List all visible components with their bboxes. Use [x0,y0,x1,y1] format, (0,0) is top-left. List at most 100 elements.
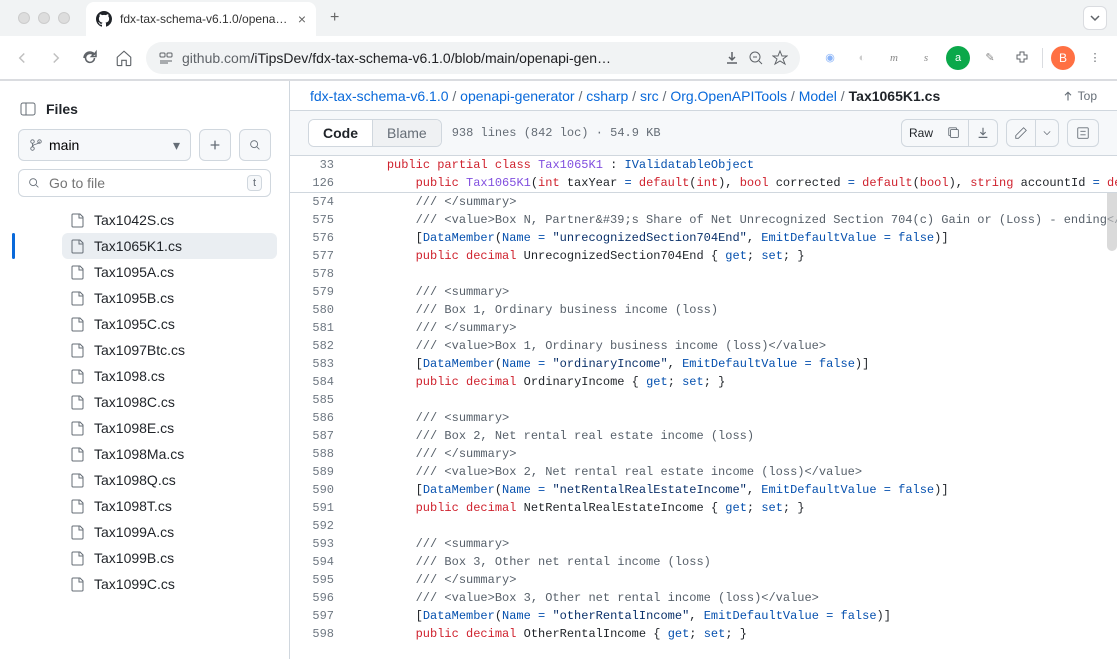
code-line[interactable]: 574 /// </summary> [290,193,1117,211]
code-line[interactable]: 33 public partial class Tax1065K1 : IVal… [290,156,1117,174]
raw-button[interactable]: Raw [902,120,940,146]
code-line[interactable]: 595 /// </summary> [290,571,1117,589]
ext-icon-a[interactable]: a [946,46,970,70]
profile-avatar[interactable]: B [1051,46,1075,70]
file-icon [70,238,86,254]
symbols-icon [1076,126,1090,140]
go-to-file-input[interactable]: t [18,169,271,197]
code-line[interactable]: 596 /// <value>Box 3, Other net rental i… [290,589,1117,607]
breadcrumb-link[interactable]: Model [799,88,837,104]
branch-selector[interactable]: main ▾ [18,129,191,161]
home-button[interactable] [112,46,136,70]
symbols-button[interactable] [1067,119,1099,147]
file-label: Tax1098T.cs [94,498,172,514]
ext-icon-s[interactable]: s [914,46,938,70]
pencil-icon [1014,126,1028,140]
code-line[interactable]: 584 public decimal OrdinaryIncome { get;… [290,373,1117,391]
code-line[interactable]: 579 /// <summary> [290,283,1117,301]
file-tree-item[interactable]: Tax1095B.cs [62,285,277,311]
sidebar-toggle-icon[interactable] [20,101,36,117]
extensions-icon[interactable] [1010,46,1034,70]
ext-icon-1[interactable]: ◉ [818,46,842,70]
code-tab[interactable]: Code [309,120,373,146]
file-tree-item[interactable]: Tax1098Q.cs [62,467,277,493]
site-settings-icon[interactable] [158,50,174,66]
back-button[interactable] [10,46,34,70]
code-line[interactable]: 594 /// Box 3, Other net rental income (… [290,553,1117,571]
file-tree-item[interactable]: Tax1098T.cs [62,493,277,519]
edit-button[interactable] [1007,120,1036,146]
code-line[interactable]: 576 [DataMember(Name = "unrecognizedSect… [290,229,1117,247]
reload-button[interactable] [78,46,102,70]
code-line[interactable]: 593 /// <summary> [290,535,1117,553]
code-line[interactable]: 577 public decimal UnrecognizedSection70… [290,247,1117,265]
file-tree-item[interactable]: Tax1097Btc.cs [62,337,277,363]
file-tree-item[interactable]: Tax1098E.cs [62,415,277,441]
code-line[interactable]: 575 /// <value>Box N, Partner&#39;s Shar… [290,211,1117,229]
blame-tab[interactable]: Blame [373,120,441,146]
browser-tab[interactable]: fdx-tax-schema-v6.1.0/opena… × [86,2,316,36]
menu-icon[interactable]: ⋮ [1083,46,1107,70]
ext-icon-2[interactable]: ◐ [850,46,874,70]
address-bar[interactable]: github.com/iTipsDev/fdx-tax-schema-v6.1.… [146,42,800,74]
edit-dropdown[interactable] [1036,120,1058,146]
scroll-to-top[interactable]: Top [1062,89,1097,103]
file-tree-item[interactable]: Tax1042S.cs [62,207,277,233]
download-icon[interactable] [724,50,740,66]
code-line[interactable]: 592 [290,517,1117,535]
code-line[interactable]: 583 [DataMember(Name = "ordinaryIncome",… [290,355,1117,373]
bookmark-icon[interactable] [772,50,788,66]
file-tree-item[interactable]: Tax1098C.cs [62,389,277,415]
code-line[interactable]: 597 [DataMember(Name = "otherRentalIncom… [290,607,1117,625]
file-tree-item[interactable]: Tax1098.cs [62,363,277,389]
breadcrumb-link[interactable]: Org.OpenAPITools [670,88,787,104]
close-icon[interactable]: × [298,11,306,27]
line-number: 587 [290,427,348,445]
code-line[interactable]: 578 [290,265,1117,283]
code-line[interactable]: 589 /// <value>Box 2, Net rental real es… [290,463,1117,481]
breadcrumb-link[interactable]: openapi-generator [460,88,574,104]
file-meta: 938 lines (842 loc) · 54.9 KB [452,126,661,140]
file-tree-item[interactable]: Tax1065K1.cs [62,233,277,259]
window-controls [8,12,80,24]
breadcrumb-link[interactable]: fdx-tax-schema-v6.1.0 [310,88,449,104]
code-line[interactable]: 598 public decimal OtherRentalIncome { g… [290,625,1117,643]
code-line[interactable]: 587 /// Box 2, Net rental real estate in… [290,427,1117,445]
file-tree-item[interactable]: Tax1098Ma.cs [62,441,277,467]
breadcrumb-link[interactable]: csharp [586,88,628,104]
copy-button[interactable] [940,120,969,146]
ext-icon-m[interactable]: m [882,46,906,70]
line-content: public partial class Tax1065K1 : IValida… [348,156,754,174]
line-number: 595 [290,571,348,589]
code-line[interactable]: 586 /// <summary> [290,409,1117,427]
code-line[interactable]: 591 public decimal NetRentalRealEstateIn… [290,499,1117,517]
code-line[interactable]: 588 /// </summary> [290,445,1117,463]
file-icon [70,290,86,306]
new-tab-button[interactable]: + [322,5,347,31]
file-tree-item[interactable]: Tax1095C.cs [62,311,277,337]
code-line[interactable]: 126 public Tax1065K1(int taxYear = defau… [290,174,1117,192]
ext-icon-edit[interactable]: ✎ [978,46,1002,70]
code-line[interactable]: 582 /// <value>Box 1, Ordinary business … [290,337,1117,355]
line-number: 591 [290,499,348,517]
code-line[interactable]: 590 [DataMember(Name = "netRentalRealEst… [290,481,1117,499]
code-line[interactable]: 585 [290,391,1117,409]
profile-dropdown[interactable] [1083,6,1107,30]
code-view[interactable]: 33 public partial class Tax1065K1 : IVal… [290,156,1117,659]
line-number: 578 [290,265,348,283]
go-to-file-field[interactable] [49,175,239,191]
download-button[interactable] [969,120,997,146]
file-tree[interactable]: Tax1042S.csTax1065K1.csTax1095A.csTax109… [12,207,277,659]
forward-button[interactable] [44,46,68,70]
file-tree-item[interactable]: Tax1099A.cs [62,519,277,545]
breadcrumb-link[interactable]: src [640,88,659,104]
code-line[interactable]: 581 /// </summary> [290,319,1117,337]
file-tree-item[interactable]: Tax1099B.cs [62,545,277,571]
file-tree-item[interactable]: Tax1099C.cs [62,571,277,597]
add-file-button[interactable] [199,129,231,161]
search-button[interactable] [239,129,271,161]
code-line[interactable]: 580 /// Box 1, Ordinary business income … [290,301,1117,319]
zoom-icon[interactable] [748,50,764,66]
file-tree-item[interactable]: Tax1095A.cs [62,259,277,285]
line-content: public decimal NetRentalRealEstateIncome… [348,499,805,517]
